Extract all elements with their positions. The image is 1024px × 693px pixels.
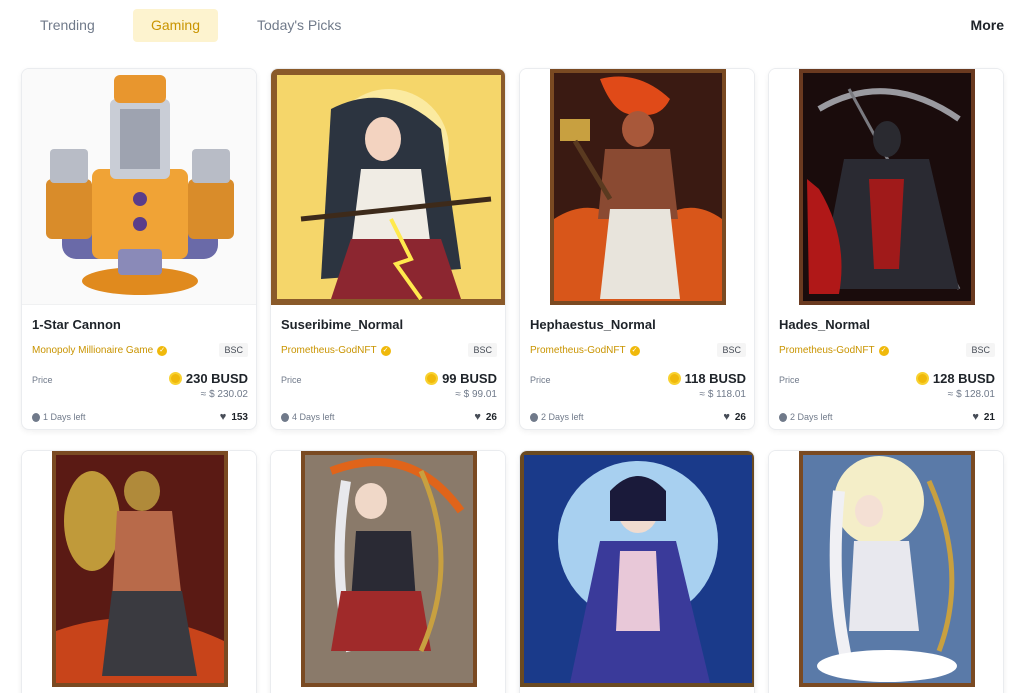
tab-todays-picks[interactable]: Today's Picks [237,9,361,42]
verified-badge-icon: ✓ [157,345,168,356]
nft-name: Suseribime_Normal [281,317,404,332]
nft-image-moon-maiden[interactable] [520,451,754,687]
creator-link[interactable]: Monopoly Millionaire Game ✓ [32,345,168,356]
heart-icon: ♥ [972,411,979,423]
nft-card[interactable]: 1-Star Cannon Monopoly Millionaire Game ✓… [21,68,257,430]
nft-image-archer[interactable] [271,451,505,687]
nft-card[interactable] [768,450,1004,693]
time-left: 2 Days left [779,412,833,422]
verified-badge-icon: ✓ [629,345,640,356]
nft-card[interactable]: Hades_Normal Prometheus-GodNFT ✓ BSC Pric… [768,68,1004,430]
nft-card[interactable] [21,450,257,693]
heart-icon: ♥ [219,411,227,423]
busd-coin-icon [915,372,929,385]
nft-image-suseribime[interactable] [271,69,505,305]
timer-icon [281,412,289,422]
nft-image-warrior[interactable] [22,451,256,687]
timer-icon [32,412,40,422]
price-label: Price [281,375,302,385]
creator-link[interactable]: Prometheus-GodNFT ✓ [530,345,640,356]
nft-card[interactable]: Hephaestus_Normal Prometheus-GodNFT ✓ BSC… [519,68,755,430]
chain-badge: BSC [717,343,746,357]
time-left: 4 Days left [281,412,335,422]
tab-trending[interactable]: Trending [20,9,115,42]
nft-image-hades[interactable] [769,69,1003,305]
category-tabs: Trending Gaming Today's Picks More [0,0,1024,52]
timer-icon [779,412,787,422]
chain-badge: BSC [468,343,497,357]
heart-icon: ♥ [723,411,730,423]
nft-card[interactable]: Suseribime_Normal Prometheus-GodNFT ✓ BSC… [270,68,506,430]
like-button[interactable]: ♥ 26 [723,411,746,423]
like-button[interactable]: ♥ 153 [220,411,248,423]
price-usd: ≈ $ 99.01 [455,389,497,400]
nft-image-cannon[interactable] [22,69,256,305]
price-value: 230 BUSD [168,371,248,386]
price-usd: ≈ $ 128.01 [947,389,995,400]
chain-badge: BSC [966,343,995,357]
like-button[interactable]: ♥ 21 [972,411,995,423]
price-value: 128 BUSD [915,371,995,386]
price-label: Price [530,375,551,385]
nft-name: Hephaestus_Normal [530,317,656,332]
price-usd: ≈ $ 118.01 [699,389,746,400]
verified-badge-icon: ✓ [878,345,889,356]
price-value: 118 BUSD [667,371,746,386]
chain-badge: BSC [219,343,248,357]
busd-coin-icon [667,372,681,385]
time-left: 1 Days left [32,412,86,422]
time-left: 2 Days left [530,412,584,422]
tab-gaming[interactable]: Gaming [133,9,218,42]
verified-badge-icon: ✓ [380,345,391,356]
more-link[interactable]: More [971,9,1004,42]
heart-icon: ♥ [474,411,481,423]
nft-image-white-archer[interactable] [769,451,1003,687]
nft-name: 1-Star Cannon [32,317,121,332]
price-value: 99 BUSD [425,371,497,386]
creator-link[interactable]: Prometheus-GodNFT ✓ [281,345,391,356]
nft-card[interactable] [519,450,755,693]
timer-icon [530,412,538,422]
creator-link[interactable]: Prometheus-GodNFT ✓ [779,345,889,356]
price-label: Price [779,375,800,385]
busd-coin-icon [168,372,182,385]
busd-coin-icon [425,372,439,385]
nft-name: Hades_Normal [779,317,871,332]
price-usd: ≈ $ 230.02 [200,389,248,400]
price-label: Price [32,375,53,385]
nft-card[interactable] [270,450,506,693]
nft-image-hephaestus[interactable] [520,69,754,305]
like-button[interactable]: ♥ 26 [474,411,497,423]
